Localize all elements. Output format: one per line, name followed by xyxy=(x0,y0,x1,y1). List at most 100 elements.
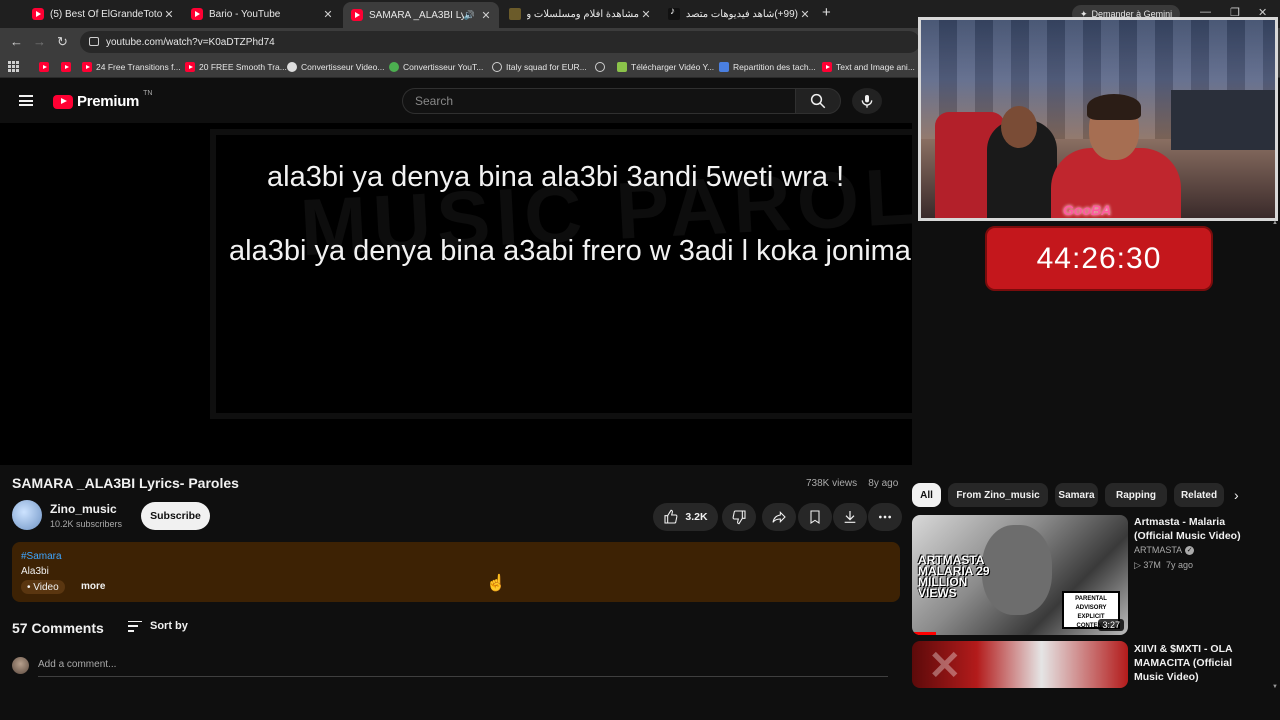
browser-tab[interactable]: (99+)شاهد فيديوهات متصدرة | ✕ xyxy=(660,2,818,26)
thumbnail-graphic: ✕ xyxy=(928,644,962,688)
youtube-premium-logo[interactable]: Premium TN xyxy=(53,90,153,110)
download-icon xyxy=(617,62,627,72)
url-text: youtube.com/watch?v=K0aDTZPhd74 xyxy=(106,36,275,48)
bookmark[interactable]: Convertisseur YouT... xyxy=(389,60,483,74)
like-button[interactable]: 3.2K xyxy=(653,503,718,531)
chip-from-channel[interactable]: From Zino_music xyxy=(948,483,1048,507)
youtube-icon xyxy=(82,62,92,72)
apps-grid-icon[interactable] xyxy=(8,61,19,72)
video-player[interactable]: MUSIC PAROLES ala3bi ya denya bina ala3b… xyxy=(0,123,912,465)
comments-heading: 57 Comments xyxy=(12,620,104,636)
description-hashtag[interactable]: #Samara xyxy=(21,551,62,562)
more-actions-button[interactable] xyxy=(868,503,902,531)
sort-comments-button[interactable]: Sort by xyxy=(128,620,188,632)
description-more-link[interactable]: more xyxy=(81,581,105,592)
youtube-icon xyxy=(61,62,71,72)
close-icon[interactable]: ✕ xyxy=(321,8,335,21)
bookmark[interactable] xyxy=(61,60,75,74)
save-button[interactable] xyxy=(798,503,832,531)
close-icon[interactable]: ✕ xyxy=(639,8,653,21)
youtube-icon xyxy=(32,8,44,20)
country-code: TN xyxy=(143,90,153,97)
chevron-right-icon[interactable]: › xyxy=(1234,487,1239,503)
chip-related[interactable]: Related xyxy=(1174,483,1224,507)
browser-tab-active[interactable]: SAMARA _ALA3BI Lyrics- Pa 🔊 ✕ xyxy=(343,2,499,28)
watch-progress-bar xyxy=(912,632,936,635)
bookmark[interactable]: Convertisseur Video... xyxy=(287,60,384,74)
close-icon[interactable]: ✕ xyxy=(798,8,812,21)
channel-avatar[interactable] xyxy=(12,500,42,530)
related-video-title[interactable]: Artmasta - Malaria (Official Music Video… xyxy=(1134,515,1264,543)
scroll-down-icon[interactable]: ▼ xyxy=(1272,684,1278,690)
tab-title: (99+)شاهد فيديوهات متصدرة | xyxy=(686,8,798,20)
speaker-icon[interactable]: 🔊 xyxy=(464,10,475,21)
close-icon[interactable]: ✕ xyxy=(162,8,176,21)
youtube-icon xyxy=(822,62,832,72)
reload-icon[interactable]: ↻ xyxy=(57,34,68,50)
upload-age: 8y ago xyxy=(868,478,899,489)
subscribe-button[interactable]: Subscribe xyxy=(141,502,210,530)
share-button[interactable] xyxy=(762,503,796,531)
sort-label: Sort by xyxy=(150,620,188,632)
video-duration: 3:27 xyxy=(1098,619,1124,631)
webcam-overlay: GooBA xyxy=(918,17,1278,221)
related-video-thumbnail[interactable]: ARTMASTA MALARIA 29 MILLION VIEWS PARENT… xyxy=(912,515,1128,635)
person-left-head xyxy=(1001,106,1037,148)
thumbs-up-icon xyxy=(664,509,678,524)
like-count: 3.2K xyxy=(685,511,708,523)
youtube-logo-icon xyxy=(53,94,73,109)
new-tab-icon[interactable]: + xyxy=(822,4,831,21)
bookmark-label: Convertisseur YouT... xyxy=(403,62,484,72)
bookmark[interactable]: Repartition des tach... xyxy=(719,60,816,74)
bookmark[interactable]: Télécharger Vidéo Y... xyxy=(617,60,714,74)
more-horizontal-icon xyxy=(879,515,891,519)
bookmark[interactable] xyxy=(39,60,53,74)
description-box[interactable]: #Samara Ala3bi • Video more xyxy=(12,542,900,602)
chip-samara[interactable]: Samara xyxy=(1055,483,1098,507)
video-title: SAMARA _ALA3BI Lyrics- Paroles xyxy=(12,475,239,491)
page-scrollbar[interactable]: ▲ ▼ xyxy=(1271,220,1280,690)
bookmark[interactable]: Italy squad for EUR... xyxy=(492,60,587,74)
scroll-up-icon[interactable]: ▲ xyxy=(1272,220,1278,226)
bookmark[interactable]: 20 FREE Smooth Tra... xyxy=(185,60,287,74)
user-avatar xyxy=(12,657,29,674)
bookmark[interactable]: 24 Free Transitions f... xyxy=(82,60,181,74)
view-count: 738K views xyxy=(806,478,858,489)
thumbs-down-icon xyxy=(732,510,746,525)
download-button[interactable] xyxy=(833,503,867,531)
search-input[interactable]: Search xyxy=(402,88,796,114)
back-icon[interactable]: ← xyxy=(10,34,23,49)
bookmark-label: Italy squad for EUR... xyxy=(506,62,587,72)
channel-name: ARTMASTA xyxy=(1134,545,1183,555)
related-video-thumbnail[interactable]: ✕ xyxy=(912,641,1128,688)
chip-all[interactable]: All xyxy=(912,483,941,507)
countdown-timer: 44:26:30 xyxy=(985,226,1213,291)
globe-icon xyxy=(492,62,502,72)
cam-shelf xyxy=(1171,90,1275,150)
close-icon[interactable]: ✕ xyxy=(479,9,493,22)
description-video-chip[interactable]: • Video xyxy=(21,580,65,594)
site-info-icon[interactable] xyxy=(89,37,99,46)
related-video-title[interactable]: XIIVI & $MXTI - OLA MAMACITA (Official M… xyxy=(1134,642,1264,684)
bookmark[interactable]: Text and Image ani... xyxy=(822,60,915,74)
browser-tab[interactable]: (5) Best Of ElGrandeToto V1 - Y ✕ xyxy=(24,2,182,26)
browser-tab[interactable]: مشاهدة أفلام ومسلسلات وبرامج ✕ xyxy=(501,2,659,26)
add-comment-input[interactable]: Add a comment... xyxy=(38,659,888,677)
browser-tab[interactable]: Bario - YouTube ✕ xyxy=(183,2,341,26)
description-text: Ala3bi xyxy=(21,566,49,577)
search-button[interactable] xyxy=(795,88,841,114)
related-video-channel[interactable]: ARTMASTA ✓ xyxy=(1134,545,1195,555)
forward-icon[interactable]: → xyxy=(33,34,46,49)
bookmark[interactable] xyxy=(595,60,609,74)
channel-name[interactable]: Zino_music xyxy=(50,502,117,516)
bookmark-label: Télécharger Vidéo Y... xyxy=(631,62,715,72)
cam-tag: GooBA xyxy=(1063,202,1112,218)
search-placeholder: Search xyxy=(415,94,454,108)
person-right-hair xyxy=(1087,94,1141,120)
logo-text: Premium xyxy=(77,93,140,110)
dislike-button[interactable] xyxy=(722,503,756,531)
menu-icon[interactable] xyxy=(19,95,33,106)
address-bar[interactable]: youtube.com/watch?v=K0aDTZPhd74 xyxy=(80,31,920,53)
voice-search-button[interactable] xyxy=(852,88,882,114)
chip-rapping[interactable]: Rapping xyxy=(1105,483,1167,507)
